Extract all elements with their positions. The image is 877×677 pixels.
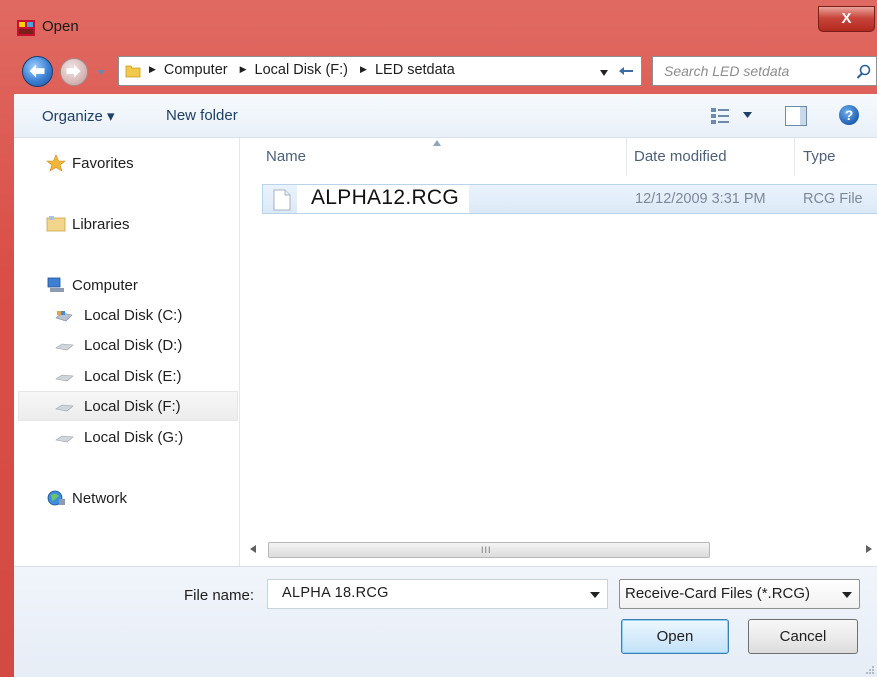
help-icon[interactable]: ? xyxy=(839,105,859,125)
scroll-right-icon[interactable] xyxy=(866,545,872,553)
back-button[interactable] xyxy=(22,56,53,87)
bottom-panel: File name: ALPHA 18.RCG Receive-Card Fil… xyxy=(14,566,877,677)
dialog-window: Open X ▶ Computer ▶ Local Disk (F:) ▶ LED s… xyxy=(0,0,877,677)
column-header-date-modified[interactable]: Date modified xyxy=(634,148,727,165)
drive-icon xyxy=(55,435,74,443)
sort-ascending-icon xyxy=(433,140,441,146)
system-drive-icon xyxy=(55,311,73,322)
forward-button[interactable] xyxy=(60,58,88,86)
drive-icon xyxy=(55,374,74,382)
search-icon[interactable] xyxy=(856,64,871,79)
app-icon xyxy=(17,20,35,36)
breadcrumb-item[interactable]: Computer xyxy=(164,62,228,78)
file-date-modified: 12/12/2009 3:31 PM xyxy=(635,191,766,207)
nav-label: Libraries xyxy=(72,216,130,233)
breadcrumb-separator-icon: ▶ xyxy=(149,64,156,74)
scrollbar-grip: III xyxy=(481,545,492,555)
scrollbar-thumb[interactable]: III xyxy=(268,542,710,558)
file-type-select[interactable]: Receive-Card Files (*.RCG) xyxy=(619,579,860,609)
file-name-label: File name: xyxy=(184,587,255,604)
scroll-left-icon[interactable] xyxy=(250,545,256,553)
breadcrumb-item[interactable]: Local Disk (F:) xyxy=(255,62,348,78)
file-name-value: ALPHA 18.RCG xyxy=(282,585,389,601)
nav-label: Local Disk (G:) xyxy=(84,429,184,446)
new-folder-button[interactable]: New folder xyxy=(166,107,238,124)
breadcrumb: ▶ Computer ▶ Local Disk (F:) ▶ LED setdata xyxy=(149,62,463,78)
breadcrumb-separator-icon: ▶ xyxy=(239,64,247,74)
refresh-icon[interactable] xyxy=(617,63,635,79)
nav-label: Network xyxy=(72,490,128,507)
nav-label: Local Disk (F:) xyxy=(84,398,181,415)
breadcrumb-item[interactable]: LED setdata xyxy=(375,62,455,78)
file-type-dropdown-icon xyxy=(842,592,852,598)
file-name-dropdown-icon[interactable] xyxy=(590,592,600,598)
nav-label: Local Disk (E:) xyxy=(84,368,182,385)
file-type: RCG File xyxy=(803,191,863,207)
open-button[interactable]: Open xyxy=(621,619,729,654)
libraries-icon xyxy=(46,216,66,232)
column-divider[interactable] xyxy=(794,138,795,176)
file-type-value: Receive-Card Files (*.RCG) xyxy=(625,585,811,602)
forward-arrow-icon xyxy=(66,64,81,78)
drive-icon xyxy=(55,343,74,351)
search-placeholder: Search LED setdata xyxy=(664,63,790,79)
star-icon xyxy=(46,154,66,172)
nav-label: Local Disk (D:) xyxy=(84,337,183,354)
resize-grip-icon[interactable] xyxy=(864,664,875,675)
window-title: Open xyxy=(42,18,79,35)
search-input[interactable]: Search LED setdata xyxy=(652,56,877,86)
nav-label: Local Disk (C:) xyxy=(84,307,183,324)
cancel-button[interactable]: Cancel xyxy=(748,619,858,654)
file-row[interactable]: ALPHA12.RCG 12/12/2009 3:31 PM RCG File xyxy=(262,184,877,214)
breadcrumb-separator-icon: ▶ xyxy=(360,64,367,74)
column-header-name[interactable]: Name xyxy=(266,148,306,165)
nav-label: Computer xyxy=(72,277,138,294)
drive-icon xyxy=(55,404,74,412)
network-icon xyxy=(47,490,65,506)
navigation-row: ▶ Computer ▶ Local Disk (F:) ▶ LED setdata … xyxy=(0,52,877,90)
navigation-pane: Favorites Libraries Computer Local Disk … xyxy=(14,138,240,566)
back-arrow-icon xyxy=(29,64,45,78)
file-name-input[interactable]: ALPHA 18.RCG xyxy=(267,579,608,609)
preview-pane-icon[interactable] xyxy=(785,106,807,126)
close-button[interactable]: X xyxy=(818,6,875,32)
title-bar: Open X xyxy=(0,0,877,48)
command-bar: Organize ▾ New folder ? xyxy=(14,94,877,138)
file-name: ALPHA12.RCG xyxy=(311,186,460,209)
nav-label: Favorites xyxy=(72,155,134,172)
recent-pages-dropdown-icon[interactable] xyxy=(96,67,106,77)
column-header-type[interactable]: Type xyxy=(803,148,836,165)
file-icon xyxy=(273,189,291,211)
change-view-icon[interactable] xyxy=(710,107,730,125)
computer-icon xyxy=(47,277,64,292)
column-divider[interactable] xyxy=(626,138,627,176)
organize-button[interactable]: Organize ▾ xyxy=(42,107,115,125)
address-bar[interactable]: ▶ Computer ▶ Local Disk (F:) ▶ LED setdata xyxy=(118,56,642,86)
folder-icon xyxy=(125,65,141,78)
dialog-body: Organize ▾ New folder ? Favorites Librar… xyxy=(14,94,877,677)
address-dropdown-icon[interactable] xyxy=(599,69,609,77)
file-list: Name Date modified Type ALPHA12.RCG 12/1… xyxy=(241,138,877,566)
view-dropdown-icon[interactable] xyxy=(743,112,752,118)
horizontal-scrollbar[interactable]: III xyxy=(244,540,877,560)
